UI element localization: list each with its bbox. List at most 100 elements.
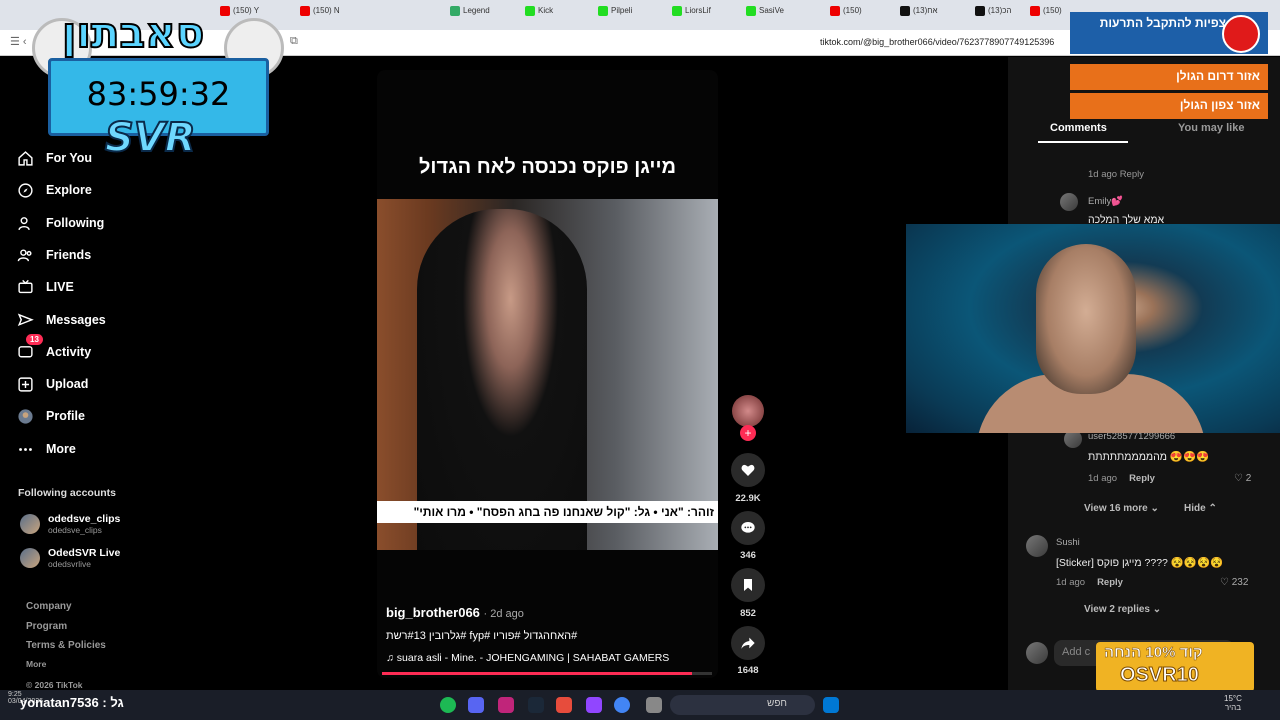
sidebar-item-friends[interactable]: Friends bbox=[16, 246, 91, 264]
footer-link-program[interactable]: Program bbox=[26, 621, 67, 632]
avatar[interactable] bbox=[1026, 535, 1048, 557]
tab-you-may-like[interactable]: You may like bbox=[1178, 122, 1244, 134]
chrome-icon[interactable] bbox=[614, 697, 630, 713]
video-title: מייגן פוקס נכנסה לאח הגדול bbox=[418, 156, 677, 178]
sidebar-item-label: Profile bbox=[46, 409, 85, 423]
profile-icon bbox=[16, 407, 34, 425]
sidebar-item-live[interactable]: LIVE bbox=[16, 278, 74, 296]
compass-icon bbox=[16, 181, 34, 199]
share-count: 1648 bbox=[737, 665, 759, 676]
follow-plus-icon[interactable]: + bbox=[740, 425, 756, 441]
share-icon bbox=[741, 637, 755, 649]
video-hashtags[interactable]: #האחהגדול #פוריו #fyp #גלרובין #13רשת bbox=[386, 630, 577, 642]
account-item[interactable]: OdedSVR Live odedsvrlive bbox=[20, 547, 120, 569]
comment-like[interactable]: ♡ 2 bbox=[1234, 473, 1251, 484]
tab-label: (13)אח bbox=[913, 6, 938, 16]
url-field[interactable]: tiktok.com/@big_brother066/video/7623778… bbox=[820, 37, 1054, 47]
like-button[interactable] bbox=[731, 453, 765, 487]
tab-label: (150) bbox=[1043, 6, 1062, 16]
twitch-icon[interactable] bbox=[586, 697, 602, 713]
tab-label: (150) bbox=[843, 6, 862, 16]
tab-label: (13)הכ bbox=[988, 6, 1012, 16]
video-music[interactable]: ♫ suara asli - Mine. - JOHENGAMING | SAH… bbox=[386, 652, 669, 664]
promo-banner: קוד 10% הנחה OSVR10 bbox=[1096, 642, 1254, 692]
tab-label: Kick bbox=[538, 6, 554, 16]
comment-meta: 1d ago Reply bbox=[1088, 473, 1155, 484]
view-more-replies[interactable]: View 16 more ⌄ bbox=[1084, 503, 1159, 514]
browser-tab[interactable]: (150) bbox=[1030, 6, 1062, 24]
avatar[interactable] bbox=[1060, 193, 1078, 211]
sidebar-item-label: Following bbox=[46, 216, 105, 230]
promo-code: OSVR10 bbox=[1120, 664, 1200, 687]
comment-text: [Sticker] מייגן פוקס ???? 😵😵😵😵 bbox=[1056, 557, 1224, 569]
hide-replies[interactable]: Hide ⌃ bbox=[1184, 503, 1217, 514]
comment-username[interactable]: Sushi bbox=[1056, 537, 1080, 548]
browser-tab[interactable]: Kick bbox=[525, 6, 553, 24]
heart-icon bbox=[741, 464, 755, 476]
spotify-icon[interactable] bbox=[440, 697, 456, 713]
sidebar-item-label: Friends bbox=[46, 248, 92, 262]
tab-label: (150) N bbox=[313, 6, 340, 16]
sidebar-item-upload[interactable]: Upload bbox=[16, 375, 88, 393]
steam-icon[interactable] bbox=[528, 697, 544, 713]
browser-tab[interactable]: SasiVe bbox=[746, 6, 784, 24]
author-name: big_brother066 bbox=[386, 605, 480, 620]
account-item[interactable]: odedsve_clips odedsve_clips bbox=[20, 513, 120, 535]
reply-button[interactable]: Reply bbox=[1097, 577, 1123, 588]
sidebar-item-messages[interactable]: Messages bbox=[16, 311, 106, 329]
live-icon bbox=[16, 278, 34, 296]
browser-tab[interactable]: (13)הכ bbox=[975, 6, 1012, 24]
comment-icon bbox=[741, 522, 755, 533]
tab-label: Legend bbox=[463, 6, 490, 16]
video-progress-bar[interactable] bbox=[382, 672, 712, 675]
sidebar-item-label: LIVE bbox=[46, 280, 74, 294]
weather-widget[interactable]: 15°C בהיר bbox=[1224, 694, 1242, 712]
footer-link-company[interactable]: Company bbox=[26, 601, 72, 612]
save-button[interactable] bbox=[731, 568, 765, 602]
browser-tab[interactable]: (13)אח bbox=[900, 6, 938, 24]
tab-underline bbox=[1038, 141, 1128, 143]
video-author[interactable]: big_brother066 · 2d ago bbox=[386, 605, 524, 620]
windows-icon[interactable] bbox=[823, 697, 839, 713]
reply-button[interactable]: Reply bbox=[1129, 473, 1155, 484]
browser-tab[interactable]: Pilpeli bbox=[598, 6, 632, 24]
taskbar-search[interactable]: חפש bbox=[670, 695, 815, 715]
browser-tab[interactable]: Legend bbox=[450, 6, 490, 24]
footer-link-more[interactable]: More bbox=[26, 659, 46, 669]
sidebar-item-following[interactable]: Following bbox=[16, 214, 104, 232]
following-icon bbox=[16, 214, 34, 232]
app-icon[interactable] bbox=[498, 697, 514, 713]
following-accounts-title: Following accounts bbox=[18, 487, 117, 499]
files-icon[interactable] bbox=[646, 697, 662, 713]
comment-like[interactable]: ♡ 232 bbox=[1220, 577, 1248, 588]
video-player[interactable]: מייגן פוקס נכנסה לאח הגדול זוהר: "אני • … bbox=[377, 70, 718, 678]
activity-badge: 13 bbox=[26, 334, 43, 345]
browser-tab[interactable]: (150) bbox=[830, 6, 862, 24]
music-title: suara asli - Mine. - JOHENGAMING | SAHAB… bbox=[396, 652, 670, 664]
home-icon bbox=[16, 149, 34, 167]
bookmark-icon bbox=[744, 579, 752, 591]
alert-banner: צפיות להתקבל התרעות bbox=[1070, 12, 1268, 54]
browser-tab[interactable]: LiorsLif bbox=[672, 6, 711, 24]
app-icon[interactable] bbox=[556, 697, 572, 713]
share-button[interactable] bbox=[731, 626, 765, 660]
sidebar-item-for-you[interactable]: For You bbox=[16, 149, 92, 167]
browser-tab[interactable]: (150) N bbox=[300, 6, 340, 24]
video-frame[interactable]: זוהר: "אני • גל: "קול שאנחנו פה בחג הפסח… bbox=[377, 199, 718, 550]
tab-icon[interactable]: ⧉ bbox=[290, 35, 298, 48]
sidebar-item-profile[interactable]: Profile bbox=[16, 407, 85, 425]
comment-meta: 1d ago Reply bbox=[1056, 577, 1123, 588]
view-replies[interactable]: View 2 replies ⌄ bbox=[1084, 604, 1161, 615]
sidebar-item-activity[interactable]: 13 Activity bbox=[16, 334, 91, 361]
tab-comments[interactable]: Comments bbox=[1050, 122, 1107, 134]
footer-link-terms[interactable]: Terms & Policies bbox=[26, 640, 106, 651]
sidebar-toggle-icon[interactable]: ☰ ‹ bbox=[10, 35, 27, 48]
sidebar-item-more[interactable]: More bbox=[16, 440, 76, 458]
avatar bbox=[1026, 642, 1048, 664]
comment-time: 1d ago bbox=[1088, 473, 1118, 484]
creator-avatar[interactable] bbox=[732, 395, 764, 427]
comment-username[interactable]: Emily💕 bbox=[1088, 196, 1123, 207]
comment-button[interactable] bbox=[731, 511, 765, 545]
sidebar-item-explore[interactable]: Explore bbox=[16, 181, 92, 199]
discord-icon[interactable] bbox=[468, 697, 484, 713]
